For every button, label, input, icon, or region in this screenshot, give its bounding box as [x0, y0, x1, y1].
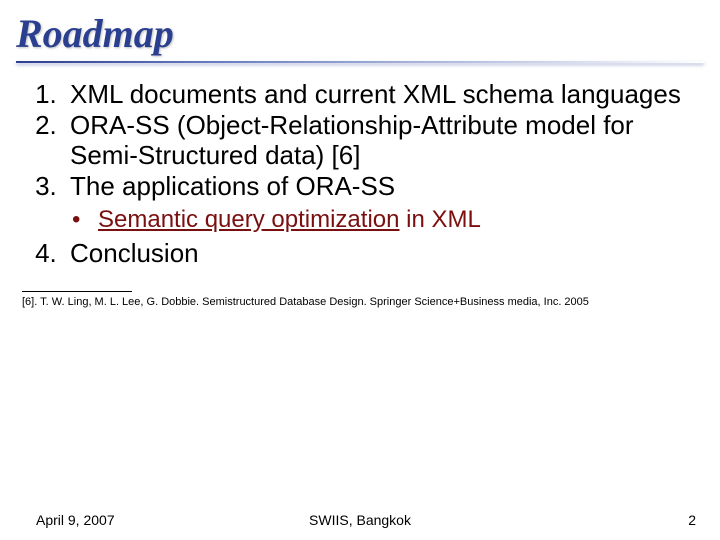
- roadmap-list: XML documents and current XML schema lan…: [18, 79, 704, 269]
- sub-list: Semantic query optimization in XML: [70, 206, 704, 234]
- list-item: Conclusion: [64, 238, 704, 269]
- footer-venue: SWIIS, Bangkok: [0, 512, 720, 528]
- reference-text: [6]. T. W. Ling, M. L. Lee, G. Dobbie. S…: [0, 292, 720, 308]
- list-item: XML documents and current XML schema lan…: [64, 79, 704, 110]
- list-item-text: The applications of ORA-SS: [70, 171, 395, 201]
- sub-item-underlined: Semantic query optimization: [98, 206, 399, 233]
- content-area: XML documents and current XML schema lan…: [0, 75, 720, 269]
- page-title: Roadmap: [16, 10, 704, 57]
- list-item: The applications of ORA-SS Semantic quer…: [64, 171, 704, 234]
- list-item: ORA-SS (Object-Relationship-Attribute mo…: [64, 110, 704, 171]
- sub-item-tail: in XML: [399, 206, 480, 233]
- sub-list-item: Semantic query optimization in XML: [98, 206, 704, 234]
- footer: April 9, 2007 SWIIS, Bangkok 2: [0, 512, 720, 528]
- title-divider: [16, 61, 704, 63]
